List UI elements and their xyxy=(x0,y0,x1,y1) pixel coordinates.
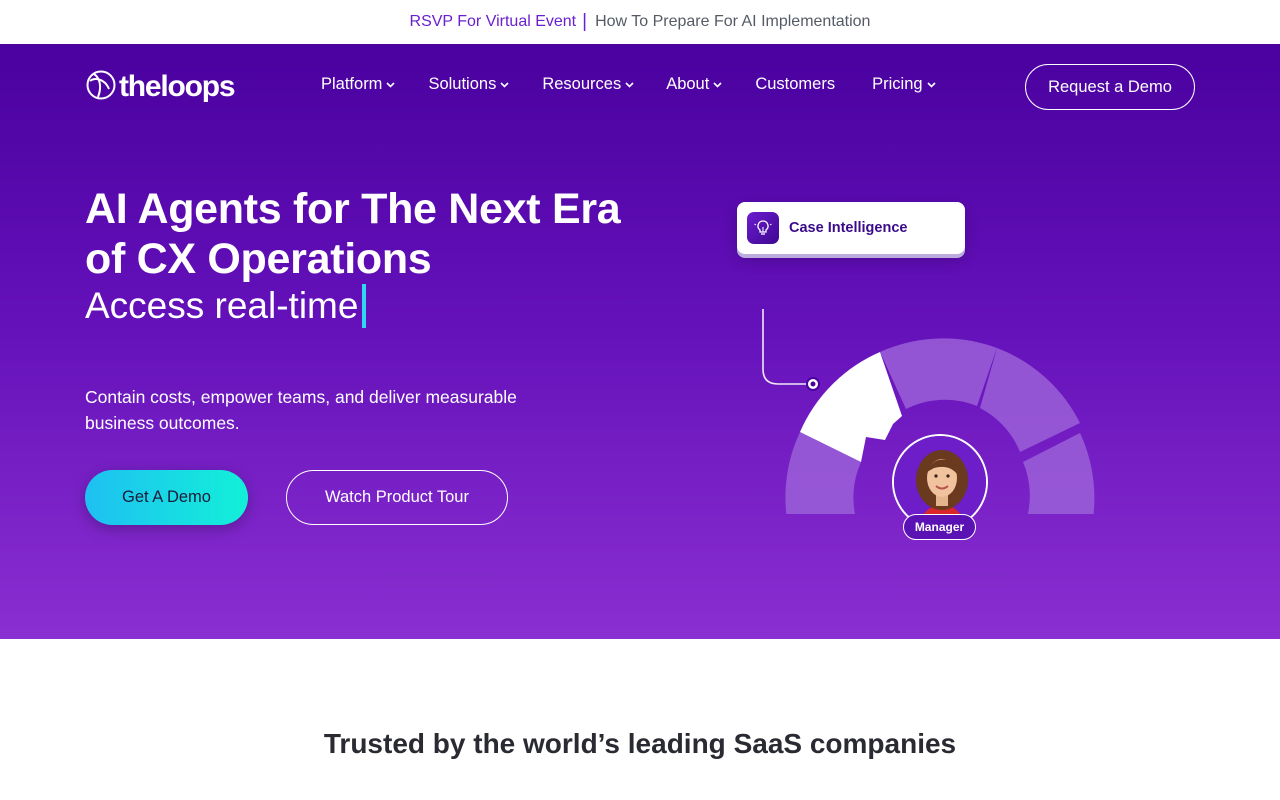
nav-item-solutions[interactable]: Solutions xyxy=(428,75,509,94)
nav-item-about[interactable]: About xyxy=(666,75,722,94)
chevron-down-icon xyxy=(500,81,509,88)
chevron-down-icon xyxy=(713,81,722,88)
nav-menu: Platform Solutions Resources About Custo… xyxy=(321,75,936,94)
watch-tour-button[interactable]: Watch Product Tour xyxy=(286,470,508,525)
logo[interactable]: theloops xyxy=(85,66,236,104)
nav-item-customers[interactable]: Customers xyxy=(755,75,835,94)
card-label: Case Intelligence xyxy=(789,220,908,236)
nav-item-platform[interactable]: Platform xyxy=(321,75,396,94)
request-demo-button[interactable]: Request a Demo xyxy=(1025,64,1195,110)
chevron-down-icon xyxy=(386,81,396,88)
nav-item-label: Platform xyxy=(321,75,383,93)
chevron-down-icon xyxy=(625,81,634,88)
get-demo-button[interactable]: Get A Demo xyxy=(85,470,248,525)
nav-item-label: Pricing xyxy=(872,75,923,93)
lightbulb-icon xyxy=(747,212,779,244)
hero-subcopy: Contain costs, empower teams, and delive… xyxy=(85,387,517,433)
hero-section: theloops Platform Solutions Resources Ab… xyxy=(0,44,1280,639)
nav-item-label: Solutions xyxy=(428,75,497,93)
typed-text-line: Access real-time xyxy=(85,282,367,330)
nav-item-resources[interactable]: Resources xyxy=(542,75,634,94)
chevron-down-icon xyxy=(926,81,936,88)
main-navigation: theloops Platform Solutions Resources Ab… xyxy=(0,44,1280,130)
typed-text: Access real-time xyxy=(85,285,359,326)
announcement-bar: RSVP For Virtual Event | How To Prepare … xyxy=(0,0,1280,44)
hero-headline: AI Agents for The Next Era of CX Operati… xyxy=(85,185,621,283)
logo-wordmark: theloops xyxy=(119,70,236,103)
nav-item-label: Resources xyxy=(542,75,622,93)
hero-illustration: Case Intelligence Manager xyxy=(730,194,1110,540)
announcement-text: How To Prepare For AI Implementation xyxy=(595,13,871,30)
typing-caret xyxy=(362,284,367,328)
nav-item-label: About xyxy=(666,75,710,93)
announcement-divider: | xyxy=(582,11,588,32)
trusted-heading: Trusted by the world’s leading SaaS comp… xyxy=(323,728,957,759)
nav-item-label: Customers xyxy=(755,75,836,93)
manager-badge: Manager xyxy=(903,514,976,540)
rsvp-link[interactable]: RSVP For Virtual Event xyxy=(410,13,577,31)
nav-item-pricing[interactable]: Pricing xyxy=(872,75,936,94)
case-intelligence-card: Case Intelligence xyxy=(737,202,965,254)
logo-mark-icon xyxy=(86,70,116,100)
